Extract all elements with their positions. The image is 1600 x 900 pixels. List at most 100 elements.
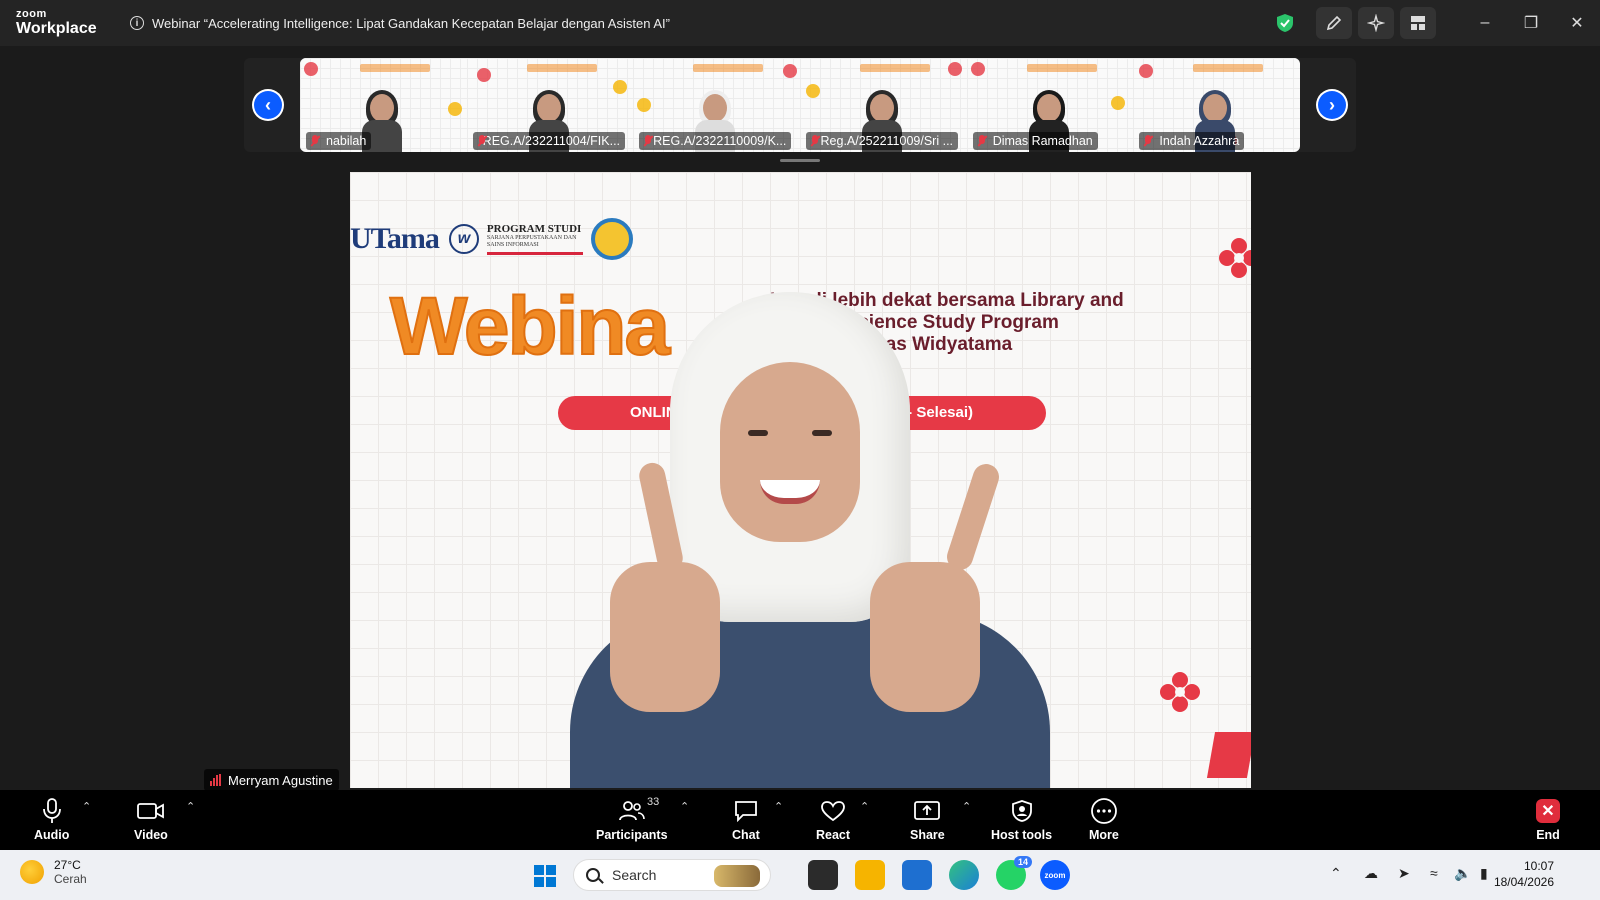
whatsapp-icon[interactable]: 14: [996, 856, 1032, 890]
university-logo: UTama w PROGRAM STUDI SARJANA PERPUSTAKA…: [350, 218, 633, 260]
participant-name: REG.A/2322110009/K...: [653, 134, 787, 148]
participant-tile[interactable]: Dimas Ramadhan: [966, 58, 1134, 152]
audio-button[interactable]: Audio: [34, 796, 69, 842]
participant-name: Reg.A/252211009/Sri ...: [820, 134, 954, 148]
widyatama-emblem-icon: w: [448, 224, 479, 254]
encryption-shield-icon[interactable]: [1276, 13, 1294, 33]
active-speaker-video[interactable]: UTama w PROGRAM STUDI SARJANA PERPUSTAKA…: [350, 172, 1251, 788]
share-label: Share: [910, 828, 945, 842]
edge-browser-icon[interactable]: [949, 860, 979, 890]
chat-options-chevron-icon[interactable]: ⌃: [774, 800, 783, 813]
red-square-decoration: [1206, 732, 1251, 778]
chat-bubble-icon: [734, 796, 758, 826]
taskbar-search[interactable]: Search: [573, 859, 771, 891]
host-shield-icon: [1011, 796, 1033, 826]
flower-decoration: [448, 102, 462, 116]
audio-options-chevron-icon[interactable]: ⌃: [82, 800, 91, 813]
onedrive-cloud-icon[interactable]: ☁: [1364, 865, 1378, 882]
mic-muted-icon: [1143, 135, 1153, 147]
red-flower-decoration: [1160, 672, 1200, 712]
microphone-icon: [42, 796, 62, 826]
slide-banner-decoration: [693, 64, 764, 72]
more-label: More: [1089, 828, 1119, 842]
clock-time: 10:07: [1523, 859, 1554, 873]
flower-decoration: [476, 68, 491, 82]
close-icon[interactable]: ✕: [1554, 0, 1600, 46]
video-options-chevron-icon[interactable]: ⌃: [186, 800, 195, 813]
clock-date: 18/04/2026: [1493, 875, 1554, 889]
task-view-icon[interactable]: [808, 860, 838, 890]
view-grid-icon[interactable]: [1400, 7, 1436, 39]
slide-banner-decoration: [526, 64, 597, 72]
participant-name: REG.A/232211004/FIK...: [482, 134, 621, 148]
weather-condition: Cerah: [54, 872, 87, 886]
participants-options-chevron-icon[interactable]: ⌃: [680, 800, 689, 813]
share-button[interactable]: Share: [910, 796, 945, 842]
meeting-toolbar: Audio ⌃ Video ⌃ Participants 33 ⌃ Chat ⌃…: [0, 790, 1600, 850]
video-button[interactable]: Video: [134, 796, 168, 842]
more-button[interactable]: More: [1089, 796, 1119, 842]
flower-decoration: [1139, 64, 1154, 78]
battery-icon[interactable]: ▮: [1480, 865, 1488, 882]
flower-decoration: [1110, 96, 1125, 110]
slide-banner-decoration: [1193, 64, 1264, 72]
weather-temperature: 27°C: [54, 858, 81, 872]
end-meeting-button[interactable]: ✕ End: [1536, 796, 1560, 842]
participant-tile[interactable]: nabilah: [300, 58, 467, 152]
participants-label: Participants: [596, 828, 668, 842]
video-label: Video: [134, 828, 168, 842]
speaker-name-tag: Merryam Agustine: [204, 769, 339, 791]
react-button[interactable]: React: [816, 796, 850, 842]
gallery-resize-handle[interactable]: [780, 159, 820, 162]
participants-icon: [618, 796, 645, 826]
location-icon[interactable]: ➤: [1398, 865, 1410, 882]
info-icon[interactable]: i: [130, 16, 144, 30]
speaker-name: Merryam Agustine: [228, 772, 333, 788]
participant-tile[interactable]: Indah Azzahra: [1133, 58, 1300, 152]
chat-button[interactable]: Chat: [732, 796, 760, 842]
program-badge-icon: [590, 218, 633, 260]
gallery-next-button[interactable]: ›: [1316, 89, 1348, 121]
signal-bars-icon: [210, 774, 222, 786]
gallery-prev-button[interactable]: ‹: [252, 89, 284, 121]
host-tools-button[interactable]: Host tools: [991, 796, 1052, 842]
zoom-app-icon[interactable]: zoom: [1040, 860, 1070, 890]
more-dots-icon: [1090, 796, 1118, 826]
participant-name: Dimas Ramadhan: [992, 134, 1093, 148]
annotate-pencil-icon[interactable]: [1316, 7, 1352, 39]
windows-taskbar: 27°C Cerah Search 14 zoom ⌃ ☁ ➤ ≈ 🔈 ▮ 10…: [0, 850, 1600, 900]
chat-label: Chat: [732, 828, 760, 842]
participant-name-tag: Reg.A/252211009/Sri ...: [806, 132, 959, 150]
meeting-title: Webinar “Accelerating Intelligence: Lipa…: [152, 15, 670, 31]
gallery-strip: ‹ nabilah REG.A/232211004/FIK... REG.A/2…: [244, 58, 1356, 152]
show-hidden-icons-chevron-icon[interactable]: ⌃: [1330, 865, 1342, 882]
chevron-left-icon: ‹: [254, 91, 282, 119]
file-explorer-icon[interactable]: [855, 860, 885, 890]
participant-name-tag: nabilah: [306, 132, 372, 150]
ai-companion-sparkle-icon[interactable]: [1358, 7, 1394, 39]
participant-tile[interactable]: REG.A/232211004/FIK...: [466, 58, 634, 152]
end-label: End: [1536, 828, 1560, 842]
flower-decoration: [948, 62, 963, 76]
chevron-right-icon: ›: [1318, 91, 1346, 119]
volume-icon[interactable]: 🔈: [1454, 865, 1471, 882]
share-options-chevron-icon[interactable]: ⌃: [962, 800, 971, 813]
title-bar: zoom Workplace i Webinar “Accelerating I…: [0, 0, 1600, 46]
minimize-icon[interactable]: –: [1462, 0, 1508, 46]
windows-start-icon[interactable]: [534, 865, 556, 887]
slide-program-title: PROGRAM STUDI: [486, 222, 582, 235]
participant-name-tag: REG.A/2322110009/K...: [639, 132, 792, 150]
microsoft-store-icon[interactable]: [902, 860, 932, 890]
weather-widget[interactable]: 27°C Cerah: [20, 858, 87, 886]
react-options-chevron-icon[interactable]: ⌃: [860, 800, 869, 813]
participant-tile[interactable]: REG.A/2322110009/K...: [633, 58, 801, 152]
wifi-icon[interactable]: ≈: [1430, 865, 1438, 881]
restore-icon[interactable]: ❐: [1508, 0, 1554, 46]
slide-program-sub: SARJANA PERPUSTAKAAN DAN SAINS INFORMASI: [486, 234, 577, 248]
system-clock[interactable]: 10:07 18/04/2026: [1494, 858, 1554, 890]
participant-tile[interactable]: Reg.A/252211009/Sri ...: [800, 58, 967, 152]
slide-banner-decoration: [1026, 64, 1097, 72]
flower-decoration: [612, 80, 627, 94]
search-icon: [586, 868, 600, 882]
mic-muted-icon: [810, 135, 818, 147]
